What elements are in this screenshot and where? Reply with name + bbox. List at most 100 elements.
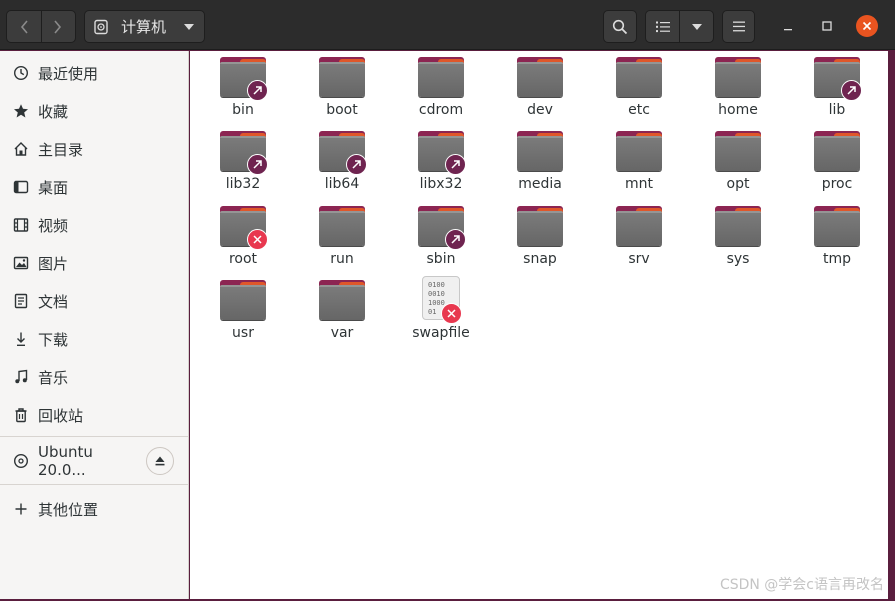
folder-icon <box>814 131 860 171</box>
image-icon <box>13 255 29 271</box>
symlink-emblem-icon <box>346 154 367 175</box>
folder-item[interactable]: mnt <box>594 131 684 201</box>
sidebar-item-label: 视频 <box>38 216 69 235</box>
no-access-emblem-icon <box>247 229 268 250</box>
file-name-label: mnt <box>625 176 653 192</box>
home-icon <box>13 141 29 157</box>
folder-icon <box>319 280 365 320</box>
folder-icon <box>616 57 662 97</box>
watermark: CSDN @学会c语言再改名 <box>719 577 884 593</box>
folder-icon <box>220 131 268 175</box>
location-path-button[interactable]: 计算机 <box>84 10 205 43</box>
sidebar-item-pictures[interactable]: 图片 <box>0 245 189 281</box>
folder-item[interactable]: tmp <box>792 206 882 276</box>
sidebar-item-videos[interactable]: 视频 <box>0 207 189 243</box>
folder-icon <box>715 131 761 171</box>
sidebar-item-recent[interactable]: 最近使用 <box>0 55 189 91</box>
forward-button[interactable] <box>40 11 76 42</box>
sidebar-item-label: 回收站 <box>38 406 84 425</box>
main-menu-button[interactable] <box>722 10 755 43</box>
folder-item[interactable]: sys <box>693 206 783 276</box>
sidebar-separator <box>0 484 189 485</box>
disc-icon <box>13 453 29 469</box>
drive-icon <box>94 19 108 34</box>
list-view-button[interactable] <box>646 11 679 42</box>
sidebar-item-desktop[interactable]: 桌面 <box>0 169 189 205</box>
minimize-button[interactable] <box>777 15 799 37</box>
file-item[interactable]: 0100 0010 1000 01 swapfile <box>396 276 486 350</box>
folder-item[interactable]: cdrom <box>396 57 486 127</box>
folder-item[interactable]: bin <box>198 57 288 127</box>
folder-item[interactable]: lib64 <box>297 131 387 201</box>
trash-icon <box>13 407 29 423</box>
file-manager-window: 计算机 最近使用 收藏 主目录 桌面 视频 图片 文档 下载 音乐 回收站 Ub… <box>0 0 895 601</box>
eject-button[interactable] <box>146 447 174 475</box>
folder-item[interactable]: opt <box>693 131 783 201</box>
folder-item[interactable]: etc <box>594 57 684 127</box>
folder-item[interactable]: lib32 <box>198 131 288 201</box>
folder-item[interactable]: srv <box>594 206 684 276</box>
file-name-label: usr <box>232 325 254 341</box>
list-view-icon <box>655 21 670 32</box>
sidebar: 最近使用 收藏 主目录 桌面 视频 图片 文档 下载 音乐 回收站 Ubuntu… <box>0 51 189 601</box>
chevron-left-icon <box>20 19 28 34</box>
folder-icon <box>616 206 662 246</box>
folder-item[interactable]: snap <box>495 206 585 276</box>
maximize-button[interactable] <box>816 15 838 37</box>
file-name-label: dev <box>527 102 553 118</box>
hamburger-icon <box>732 21 745 32</box>
folder-item[interactable]: var <box>297 280 387 350</box>
folder-item[interactable]: run <box>297 206 387 276</box>
folder-icon <box>517 206 563 246</box>
folder-item[interactable]: root <box>198 206 288 276</box>
folder-icon <box>814 57 862 101</box>
close-button[interactable] <box>856 15 878 37</box>
file-name-label: run <box>330 251 354 267</box>
path-label: 计算机 <box>121 18 167 36</box>
eject-icon <box>155 456 165 466</box>
folder-item[interactable]: lib <box>792 57 882 127</box>
folder-item[interactable]: boot <box>297 57 387 127</box>
sidebar-item-home[interactable]: 主目录 <box>0 131 189 167</box>
folder-icon <box>220 280 266 320</box>
sidebar-item-music[interactable]: 音乐 <box>0 359 189 395</box>
document-icon <box>13 293 29 309</box>
file-name-label: media <box>518 176 562 192</box>
folder-item[interactable]: media <box>495 131 585 201</box>
file-name-label: sbin <box>426 251 456 267</box>
video-icon <box>13 217 29 233</box>
file-name-label: cdrom <box>418 102 464 118</box>
file-name-label: sys <box>726 251 750 267</box>
sidebar-item-other-locations[interactable]: 其他位置 <box>0 491 189 527</box>
file-grid: CSDN @学会c语言再改名 bin boot cdrom dev etc home lib… <box>190 51 888 599</box>
sidebar-item-label: 桌面 <box>38 178 69 197</box>
sidebar-item-starred[interactable]: 收藏 <box>0 93 189 129</box>
minimize-icon <box>784 29 792 31</box>
star-icon <box>13 103 29 119</box>
file-name-label: lib64 <box>324 176 360 192</box>
navigation-buttons <box>6 10 76 43</box>
folder-icon <box>517 131 563 171</box>
file-name-label: bin <box>232 102 254 118</box>
sidebar-item-downloads[interactable]: 下载 <box>0 321 189 357</box>
sidebar-item-label: 音乐 <box>38 368 69 387</box>
folder-item[interactable]: home <box>693 57 783 127</box>
folder-icon <box>517 57 563 97</box>
search-button[interactable] <box>603 10 637 43</box>
file-name-label: snap <box>523 251 557 267</box>
folder-item[interactable]: usr <box>198 280 288 350</box>
sidebar-separator <box>0 436 189 437</box>
sidebar-item-trash[interactable]: 回收站 <box>0 397 189 433</box>
back-button[interactable] <box>7 11 41 42</box>
folder-item[interactable]: proc <box>792 131 882 201</box>
view-dropdown-button[interactable] <box>679 11 713 42</box>
folder-icon <box>418 57 464 97</box>
file-name-label: etc <box>628 102 650 118</box>
symlink-emblem-icon <box>445 154 466 175</box>
folder-item[interactable]: libx32 <box>396 131 486 201</box>
folder-item[interactable]: dev <box>495 57 585 127</box>
view-options <box>645 10 714 43</box>
folder-item[interactable]: sbin <box>396 206 486 276</box>
symlink-emblem-icon <box>247 154 268 175</box>
sidebar-item-documents[interactable]: 文档 <box>0 283 189 319</box>
